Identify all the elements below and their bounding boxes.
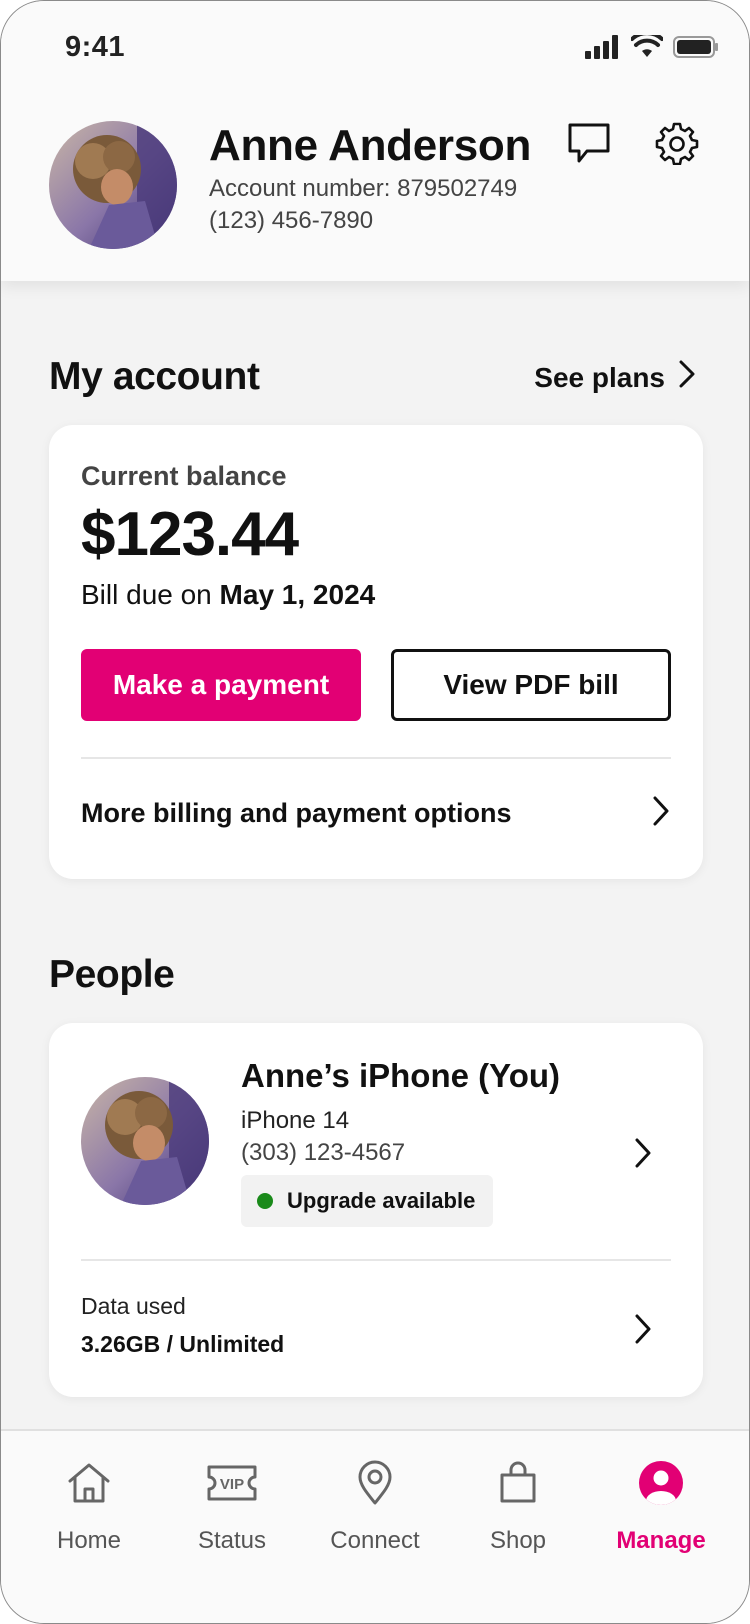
upgrade-badge-label: Upgrade available [287,1188,476,1213]
chevron-right-icon[interactable] [633,1137,653,1174]
my-account-title: My account [49,355,260,398]
nav-home-label: Home [56,1527,122,1554]
avatar [81,1077,209,1205]
device-name: Anne’s iPhone (You) [241,1057,560,1094]
nav-manage-label: Manage [616,1527,706,1554]
chat-icon [567,121,611,170]
divider [81,1259,671,1261]
person-card[interactable]: Anne’s iPhone (You) iPhone 14 (303) 123-… [49,1023,703,1397]
upgrade-badge: Upgrade available [241,1175,494,1227]
see-plans-label: See plans [534,361,665,393]
settings-button[interactable] [649,117,705,173]
phone-frame: 9:41 Anne Anderson Account number: 87950… [0,0,750,1624]
more-billing-options-label: More billing and payment options [81,797,512,828]
balance-amount: $123.44 [81,500,299,569]
bill-due: Bill due on May 1, 2024 [81,579,375,611]
status-icons [585,31,719,64]
chat-button[interactable] [561,117,617,173]
bill-due-date: May 1, 2024 [219,579,376,610]
nav-manage[interactable]: Manage [591,1453,731,1555]
chevron-right-icon [677,359,697,396]
nav-shop-label: Shop [489,1527,547,1554]
shopping-bag-icon [488,1453,548,1513]
avatar[interactable] [49,121,177,249]
status-time: 9:41 [65,31,126,63]
battery-icon [673,35,719,64]
divider [81,757,671,759]
view-pdf-bill-button[interactable]: View PDF bill [391,649,671,721]
nav-connect-label: Connect [330,1527,420,1554]
balance-card: Current balance $123.44 Bill due on May … [49,425,703,879]
user-name: Anne Anderson [209,121,532,170]
vip-icon: VIP [202,1453,262,1513]
location-pin-icon [345,1453,405,1513]
home-icon [59,1453,119,1513]
svg-text:VIP: VIP [220,1476,244,1493]
gear-icon [655,121,699,170]
account-phone: (123) 456-7890 [209,207,374,234]
see-plans-link[interactable]: See plans [534,359,697,396]
wifi-icon [630,31,664,64]
more-billing-options-link[interactable]: More billing and payment options [81,773,671,853]
nav-connect[interactable]: Connect [305,1453,445,1555]
signal-icon [585,35,621,64]
balance-label: Current balance [81,461,287,491]
account-number: Account number: 879502749 [209,175,518,202]
account-icon [631,1453,691,1513]
nav-shop[interactable]: Shop [448,1453,588,1555]
nav-home[interactable]: Home [19,1453,159,1555]
bill-due-prefix: Bill due on [81,579,220,610]
bottom-nav: Home VIP Status Connect Shop Manage [1,1429,749,1623]
people-title: People [49,953,175,996]
data-used-label: Data used [81,1293,186,1319]
make-payment-button[interactable]: Make a payment [81,649,361,721]
data-used-value: 3.26GB / Unlimited [81,1331,285,1357]
chevron-right-icon[interactable] [633,1313,653,1350]
nav-status[interactable]: VIP Status [162,1453,302,1555]
device-phone: (303) 123-4567 [241,1139,406,1166]
device-model: iPhone 14 [241,1107,350,1134]
status-dot-icon [257,1193,273,1209]
chevron-right-icon [651,795,671,832]
nav-status-label: Status [197,1527,267,1554]
profile-header: 9:41 Anne Anderson Account number: 87950… [1,1,749,281]
